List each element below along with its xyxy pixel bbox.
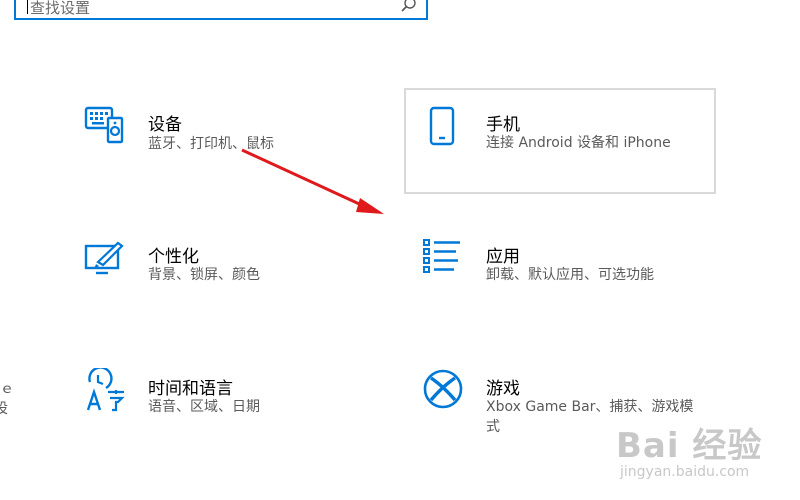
watermark-brand: Bai 经验 — [616, 426, 763, 466]
watermark-url: jingyan.baidu.com — [620, 464, 750, 480]
watermark: Bai 经验 jingyan.baidu.com — [612, 418, 792, 498]
